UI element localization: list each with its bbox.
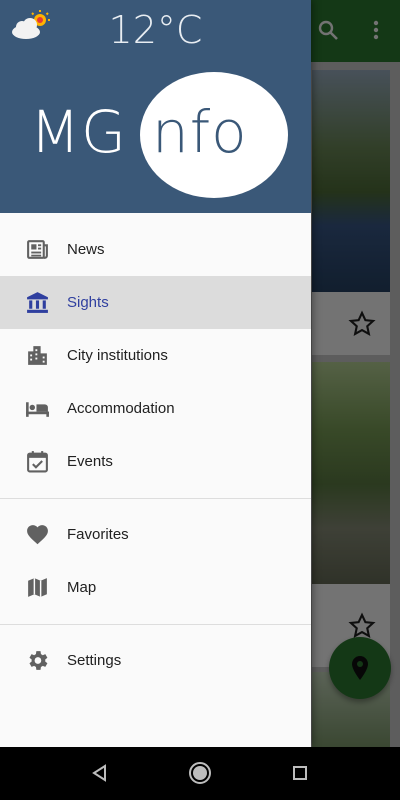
newspaper-icon bbox=[27, 240, 48, 259]
app-logo: MG nfo bbox=[30, 72, 290, 202]
menu-item-map[interactable]: Map bbox=[0, 561, 311, 614]
recents-icon[interactable] bbox=[285, 758, 315, 788]
navigation-drawer: 12°C MG nfo News Sights City institution… bbox=[0, 0, 311, 747]
drawer-menu-secondary: Favorites Map bbox=[0, 508, 311, 614]
heart-icon bbox=[27, 525, 48, 545]
menu-item-news[interactable]: News bbox=[0, 223, 311, 276]
menu-item-accommodation[interactable]: Accommodation bbox=[0, 382, 311, 435]
drawer-menu-tertiary: Settings bbox=[0, 634, 311, 687]
menu-divider bbox=[0, 498, 311, 499]
home-icon[interactable] bbox=[185, 758, 215, 788]
menu-item-label: City institutions bbox=[67, 347, 168, 364]
menu-item-label: Map bbox=[67, 579, 97, 596]
hotel-bed-icon bbox=[26, 402, 49, 417]
menu-item-favorites[interactable]: Favorites bbox=[0, 508, 311, 561]
logo-text-nfo: nfo bbox=[152, 98, 248, 166]
menu-item-label: Events bbox=[67, 453, 113, 470]
temperature-text: 12°C bbox=[108, 8, 203, 52]
drawer-menu-primary: News Sights City institutions Accommodat… bbox=[0, 223, 311, 488]
city-icon bbox=[28, 346, 47, 365]
menu-item-events[interactable]: Events bbox=[0, 435, 311, 488]
bank-icon bbox=[27, 292, 48, 313]
menu-item-label: Sights bbox=[67, 294, 109, 311]
menu-item-label: Settings bbox=[67, 652, 122, 669]
gear-icon bbox=[29, 651, 48, 670]
drawer-header: 12°C MG nfo bbox=[0, 0, 311, 213]
system-navigation-bar bbox=[0, 747, 400, 800]
menu-divider bbox=[0, 624, 311, 625]
back-icon[interactable] bbox=[85, 758, 115, 788]
menu-item-city-institutions[interactable]: City institutions bbox=[0, 329, 311, 382]
map-icon bbox=[28, 578, 47, 597]
logo-text-mg: MG bbox=[30, 98, 127, 166]
menu-item-settings[interactable]: Settings bbox=[0, 634, 311, 687]
calendar-check-icon bbox=[27, 451, 48, 473]
menu-item-label: Accommodation bbox=[67, 400, 175, 417]
menu-item-sights[interactable]: Sights bbox=[0, 276, 311, 329]
menu-item-label: News bbox=[67, 241, 105, 258]
menu-item-label: Favorites bbox=[67, 526, 129, 543]
